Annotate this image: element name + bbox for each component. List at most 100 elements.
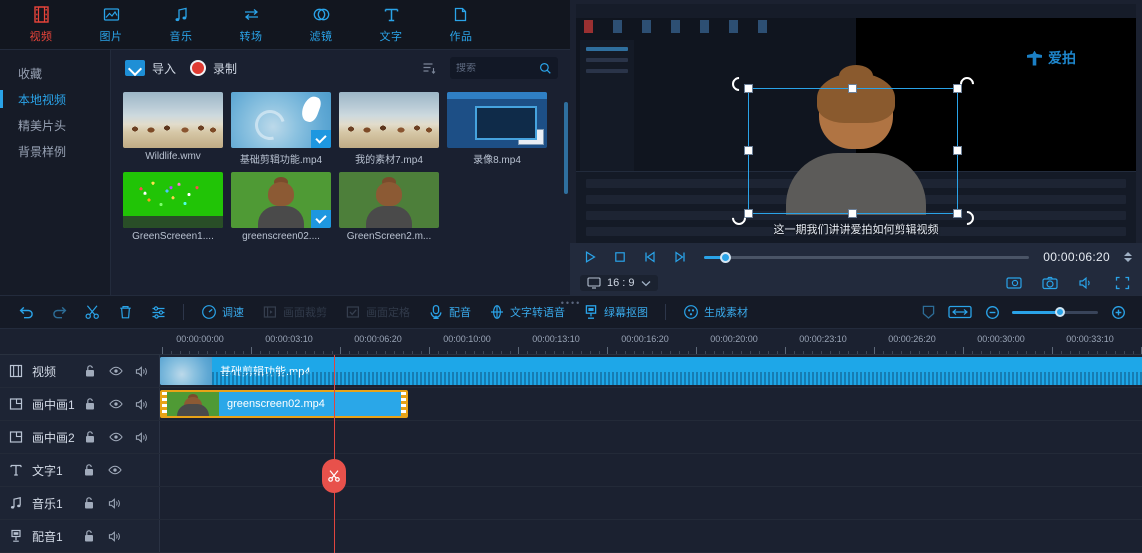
track-header[interactable]: 视频 — [0, 355, 160, 387]
media-item[interactable]: 我的素材7.mp4 — [339, 92, 439, 166]
freeze-frame-button[interactable]: 画面定格 — [336, 299, 419, 325]
playback-row: 00:00:06:20 — [580, 243, 1132, 271]
resize-handle-bottom-center[interactable] — [848, 209, 857, 218]
resize-handle-top-center[interactable] — [848, 84, 857, 93]
panel-grip[interactable]: •••• — [561, 298, 582, 308]
track-lane[interactable] — [160, 421, 1142, 453]
sort-icon[interactable] — [422, 61, 436, 75]
eye-icon[interactable] — [108, 464, 122, 476]
sidebar-item-backgrounds[interactable]: 背景样例 — [0, 138, 110, 164]
track-lane[interactable] — [160, 520, 1142, 552]
lock-icon[interactable] — [83, 397, 97, 411]
eye-icon[interactable] — [109, 431, 123, 443]
stop-icon[interactable] — [610, 247, 630, 267]
camera-icon[interactable] — [1040, 273, 1060, 293]
crop-button[interactable]: 画面裁剪 — [253, 299, 336, 325]
redo-button[interactable] — [43, 299, 76, 325]
seek-knob[interactable] — [720, 252, 731, 263]
track-row-music1: 音乐1 — [0, 487, 1142, 520]
resize-handle-middle-right[interactable] — [953, 146, 962, 155]
split-clip-button[interactable] — [322, 459, 346, 493]
seek-slider[interactable] — [704, 256, 1029, 259]
sidebar-item-local-video[interactable]: 本地视频 — [0, 86, 110, 112]
record-button[interactable]: 录制 — [190, 60, 237, 77]
media-item[interactable]: 基础剪辑功能.mp4 — [231, 92, 331, 166]
search-input[interactable] — [456, 63, 535, 74]
tab-filter[interactable]: 滤镜 — [286, 0, 356, 48]
green-screen-button[interactable]: 绿幕抠图 — [574, 299, 657, 325]
lock-icon[interactable] — [82, 529, 96, 543]
track-header[interactable]: 画中画2 — [0, 421, 160, 453]
search-box[interactable] — [450, 57, 558, 79]
eye-icon[interactable] — [109, 365, 123, 377]
timecode-stepper[interactable] — [1124, 252, 1132, 262]
resize-handle-middle-left[interactable] — [744, 146, 753, 155]
volume-icon[interactable] — [108, 497, 122, 510]
media-item[interactable]: 录像8.mp4 — [447, 92, 547, 166]
delete-button[interactable] — [109, 299, 142, 325]
track-header[interactable]: 音乐1 — [0, 487, 160, 519]
timeline-zoom-slider[interactable] — [1012, 311, 1098, 314]
tab-transition[interactable]: 转场 — [216, 0, 286, 48]
selection-box[interactable] — [748, 88, 958, 214]
zoom-slider-knob[interactable] — [1055, 307, 1065, 317]
track-lane[interactable] — [160, 487, 1142, 519]
volume-icon[interactable] — [135, 431, 149, 444]
zoom-out-icon[interactable] — [982, 302, 1002, 322]
aipai-logo-icon — [1027, 51, 1042, 66]
eye-icon[interactable] — [109, 398, 123, 410]
shield-icon[interactable] — [918, 302, 938, 322]
track-lane[interactable]: 基础剪辑功能.mp4 — [160, 355, 1142, 387]
volume-icon[interactable] — [135, 365, 149, 378]
volume-icon[interactable] — [1076, 273, 1096, 293]
media-item[interactable]: GreenScreeen1.... — [123, 172, 223, 242]
monitor-icon — [587, 277, 601, 289]
timeline-clip[interactable]: 基础剪辑功能.mp4 — [160, 357, 1142, 385]
timeline-clip-selected[interactable]: greenscreen02.mp4 — [160, 390, 408, 418]
media-item[interactable]: GreenScreen2.m... — [339, 172, 439, 242]
gif-capture-icon[interactable] — [1004, 273, 1024, 293]
undo-button[interactable] — [10, 299, 43, 325]
timeline-ruler[interactable]: 00:00:00:00 00:00:03:10 00:00:06:20 00:0… — [0, 329, 1142, 355]
media-item-label: 我的素材7.mp4 — [339, 151, 439, 166]
timeline-playhead[interactable] — [334, 355, 335, 553]
track-header[interactable]: 配音1 — [0, 520, 160, 552]
tab-works[interactable]: 作品 — [426, 0, 496, 48]
lock-icon[interactable] — [82, 496, 96, 510]
next-frame-icon[interactable] — [670, 247, 690, 267]
library-scrollbar[interactable] — [564, 102, 568, 194]
fit-width-icon[interactable] — [948, 302, 972, 322]
sidebar-item-intros[interactable]: 精美片头 — [0, 112, 110, 138]
play-icon[interactable] — [580, 247, 600, 267]
track-lane[interactable]: greenscreen02.mp4 — [160, 388, 1142, 420]
prev-frame-icon[interactable] — [640, 247, 660, 267]
cut-button[interactable] — [76, 299, 109, 325]
track-header[interactable]: 文字1 — [0, 454, 160, 486]
search-icon[interactable] — [539, 62, 552, 75]
import-button[interactable]: 导入 — [125, 60, 176, 77]
track-lane[interactable] — [160, 454, 1142, 486]
fullscreen-icon[interactable] — [1112, 273, 1132, 293]
tab-text[interactable]: 文字 — [356, 0, 426, 48]
speed-button[interactable]: 调速 — [192, 299, 253, 325]
tab-music[interactable]: 音乐 — [146, 0, 216, 48]
adjust-button[interactable] — [142, 299, 175, 325]
aspect-ratio-dropdown[interactable]: 16 : 9 — [580, 275, 658, 291]
zoom-in-icon[interactable] — [1108, 302, 1128, 322]
freeze-frame-icon — [345, 304, 361, 320]
media-item[interactable]: greenscreen02.... — [231, 172, 331, 242]
tab-video[interactable]: 视频 — [6, 0, 76, 48]
dub-button[interactable]: 配音 — [419, 299, 480, 325]
track-header[interactable]: 画中画1 — [0, 388, 160, 420]
tab-image[interactable]: 图片 — [76, 0, 146, 48]
clip-trim-handle-right[interactable] — [401, 392, 406, 416]
generate-material-button[interactable]: 生成素材 — [674, 299, 757, 325]
sidebar-item-favorites[interactable]: 收藏 — [0, 60, 110, 86]
lock-icon[interactable] — [83, 430, 97, 444]
media-item[interactable]: Wildlife.wmv — [123, 92, 223, 166]
lock-icon[interactable] — [82, 463, 96, 477]
preview-stage[interactable]: 爱拍 这一期我们讲讲爱拍如何剪辑视频 — [576, 4, 1136, 243]
volume-icon[interactable] — [135, 398, 149, 411]
lock-icon[interactable] — [83, 364, 97, 378]
volume-icon[interactable] — [108, 530, 122, 543]
